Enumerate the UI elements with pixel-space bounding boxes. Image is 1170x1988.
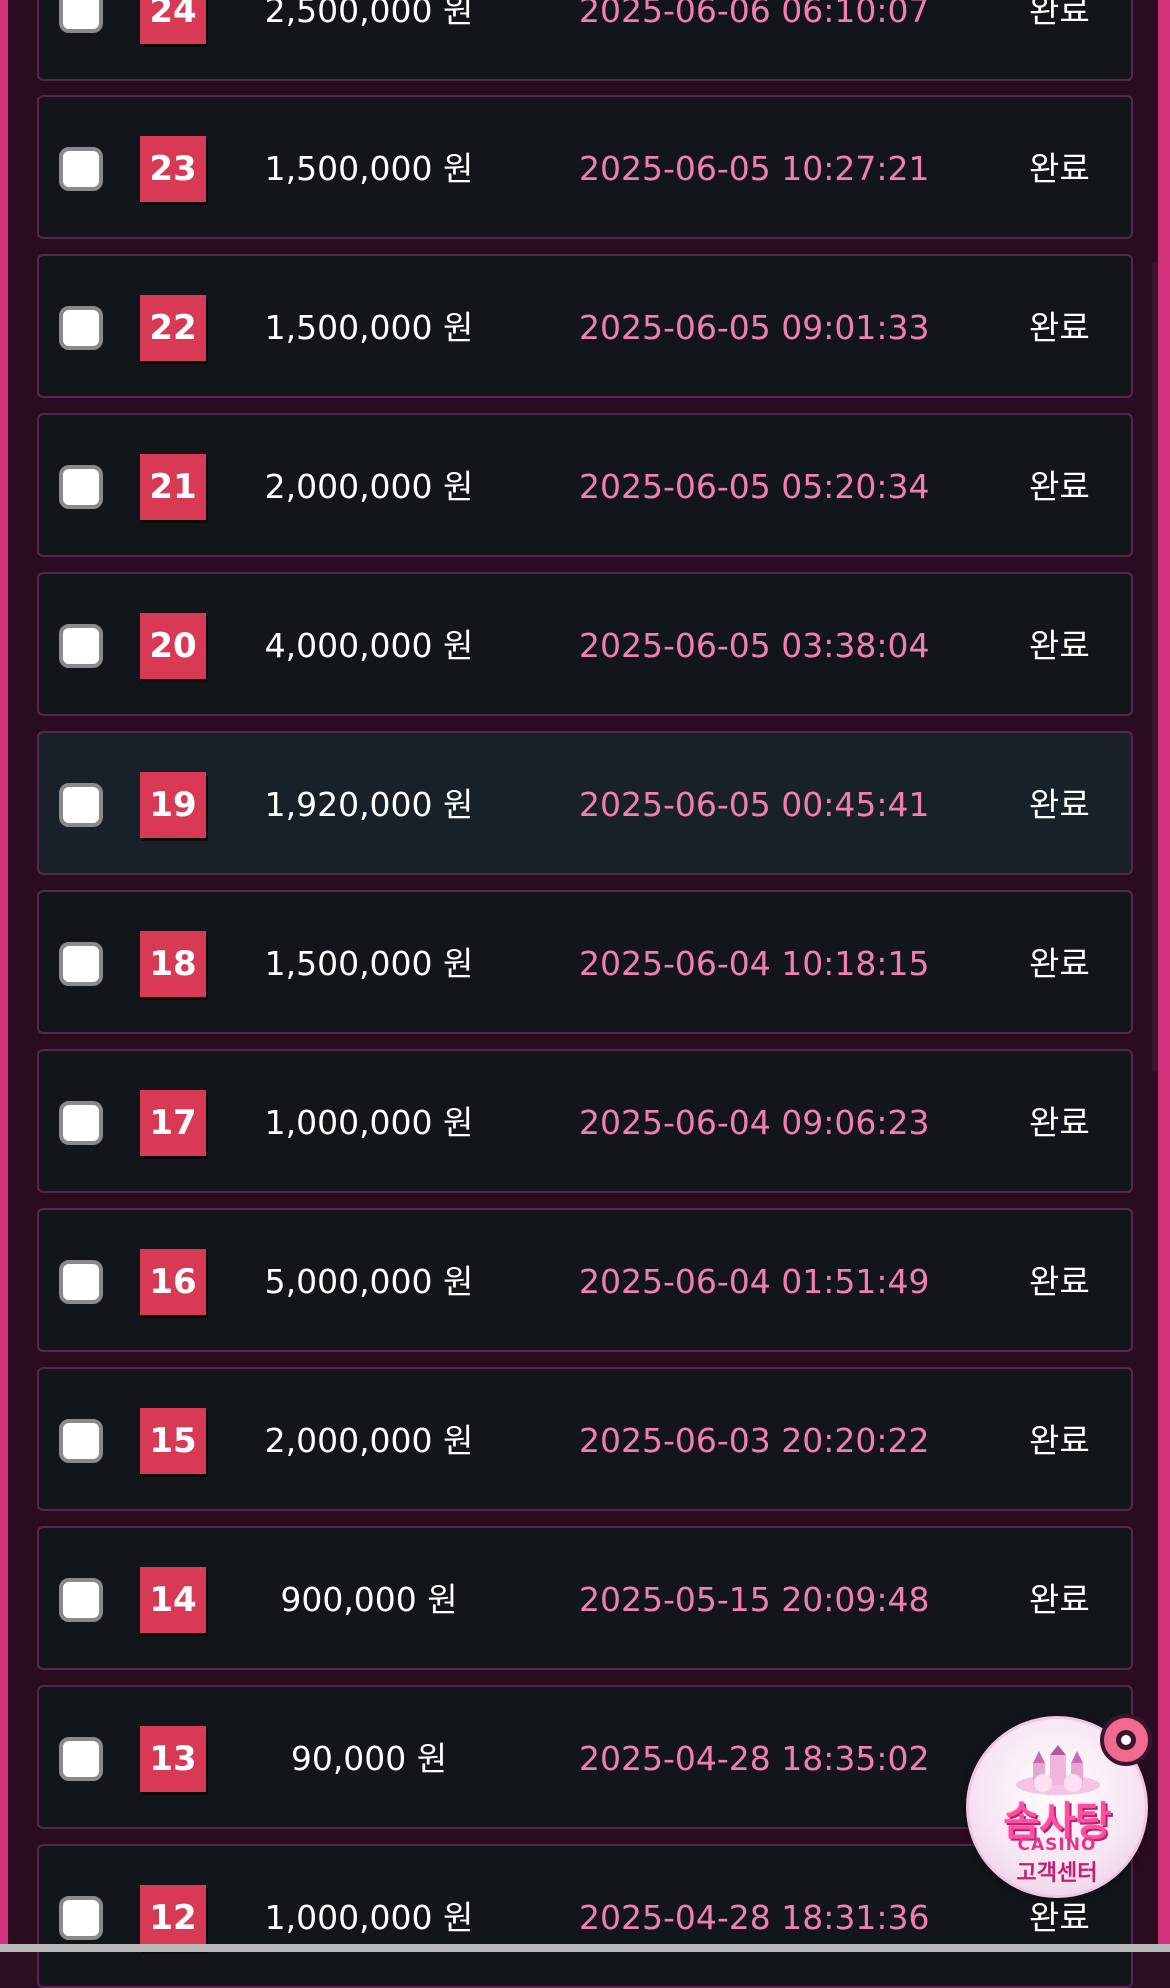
support-label: 고객센터 — [1016, 1861, 1098, 1886]
row-number-badge: 23 — [140, 136, 206, 202]
scrollbar[interactable] — [1152, 262, 1158, 1072]
row-status: 완료 — [1029, 1103, 1090, 1142]
history-list: 24 2,500,000 원 2025-06-06 06:10:07 완료 23… — [0, 0, 1170, 1988]
row-date: 2025-06-05 05:20:34 — [579, 467, 930, 506]
row-amount: 1,920,000 원 — [264, 785, 474, 824]
list-item[interactable]: 22 1,500,000 원 2025-06-05 09:01:33 완료 — [37, 254, 1133, 398]
list-item[interactable]: 24 2,500,000 원 2025-06-06 06:10:07 완료 — [37, 0, 1133, 81]
row-amount: 1,500,000 원 — [264, 944, 474, 983]
row-status: 완료 — [1029, 1580, 1090, 1619]
row-number-badge: 19 — [140, 772, 206, 838]
row-checkbox[interactable] — [59, 783, 103, 827]
list-item[interactable]: 21 2,000,000 원 2025-06-05 05:20:34 완료 — [37, 413, 1133, 557]
row-date: 2025-06-04 01:51:49 — [579, 1262, 930, 1301]
row-number-badge: 24 — [140, 0, 206, 44]
row-checkbox[interactable] — [59, 306, 103, 350]
row-amount: 4,000,000 원 — [264, 626, 474, 665]
list-item[interactable]: 20 4,000,000 원 2025-06-05 03:38:04 완료 — [37, 572, 1133, 716]
row-status: 완료 — [1029, 149, 1090, 188]
row-number-badge: 18 — [140, 931, 206, 997]
row-date: 2025-06-04 09:06:23 — [579, 1103, 930, 1142]
row-status: 완료 — [1029, 1421, 1090, 1460]
row-date: 2025-04-28 18:35:02 — [579, 1739, 930, 1778]
row-checkbox[interactable] — [59, 147, 103, 191]
row-amount: 900,000 원 — [280, 1580, 458, 1619]
close-icon[interactable] — [1100, 1714, 1152, 1766]
row-number-badge: 12 — [140, 1885, 206, 1951]
list-item[interactable]: 19 1,920,000 원 2025-06-05 00:45:41 완료 — [37, 731, 1133, 875]
row-number-badge: 20 — [140, 613, 206, 679]
row-number-badge: 21 — [140, 454, 206, 520]
row-amount: 1,000,000 원 — [264, 1898, 474, 1937]
row-amount: 2,000,000 원 — [264, 1421, 474, 1460]
row-number-badge: 22 — [140, 295, 206, 361]
row-checkbox[interactable] — [59, 1737, 103, 1781]
row-checkbox[interactable] — [59, 1419, 103, 1463]
row-amount: 2,500,000 원 — [264, 0, 474, 30]
row-date: 2025-05-15 20:09:48 — [579, 1580, 930, 1619]
row-status: 완료 — [1029, 1262, 1090, 1301]
list-item[interactable]: 14 900,000 원 2025-05-15 20:09:48 완료 — [37, 1526, 1133, 1670]
support-logo-subtext: CASINO — [1017, 1835, 1097, 1855]
row-amount: 5,000,000 원 — [264, 1262, 474, 1301]
row-date: 2025-06-05 09:01:33 — [579, 308, 930, 347]
row-date: 2025-06-05 00:45:41 — [579, 785, 930, 824]
row-date: 2025-06-04 10:18:15 — [579, 944, 930, 983]
row-amount: 1,500,000 원 — [264, 149, 474, 188]
row-status: 완료 — [1029, 626, 1090, 665]
row-status: 완료 — [1029, 467, 1090, 506]
row-checkbox[interactable] — [59, 1260, 103, 1304]
row-number-badge: 14 — [140, 1567, 206, 1633]
castle-icon — [1016, 1745, 1100, 1795]
row-date: 2025-06-05 03:38:04 — [579, 626, 930, 665]
row-amount: 2,000,000 원 — [264, 467, 474, 506]
row-date: 2025-06-05 10:27:21 — [579, 149, 930, 188]
row-checkbox[interactable] — [59, 1578, 103, 1622]
list-item[interactable]: 15 2,000,000 원 2025-06-03 20:20:22 완료 — [37, 1367, 1133, 1511]
list-item[interactable]: 16 5,000,000 원 2025-06-04 01:51:49 완료 — [37, 1208, 1133, 1352]
row-date: 2025-06-03 20:20:22 — [579, 1421, 930, 1460]
list-item[interactable]: 23 1,500,000 원 2025-06-05 10:27:21 완료 — [37, 95, 1133, 239]
row-amount: 90,000 원 — [290, 1739, 448, 1778]
row-amount: 1,000,000 원 — [264, 1103, 474, 1142]
row-checkbox[interactable] — [59, 942, 103, 986]
row-date: 2025-04-28 18:31:36 — [579, 1898, 930, 1937]
row-amount: 1,500,000 원 — [264, 308, 474, 347]
row-checkbox[interactable] — [59, 624, 103, 668]
row-checkbox[interactable] — [59, 0, 103, 33]
list-item[interactable]: 18 1,500,000 원 2025-06-04 10:18:15 완료 — [37, 890, 1133, 1034]
bottom-edge — [0, 1944, 1170, 1952]
row-number-badge: 13 — [140, 1726, 206, 1792]
row-status: 완료 — [1029, 785, 1090, 824]
row-number-badge: 17 — [140, 1090, 206, 1156]
row-checkbox[interactable] — [59, 465, 103, 509]
list-item[interactable]: 17 1,000,000 원 2025-06-04 09:06:23 완료 — [37, 1049, 1133, 1193]
row-checkbox[interactable] — [59, 1101, 103, 1145]
row-number-badge: 16 — [140, 1249, 206, 1315]
row-number-badge: 15 — [140, 1408, 206, 1474]
row-date: 2025-06-06 06:10:07 — [579, 0, 930, 30]
row-status: 완료 — [1029, 0, 1090, 30]
row-status: 완료 — [1029, 944, 1090, 983]
row-checkbox[interactable] — [59, 1896, 103, 1940]
row-status: 완료 — [1029, 308, 1090, 347]
